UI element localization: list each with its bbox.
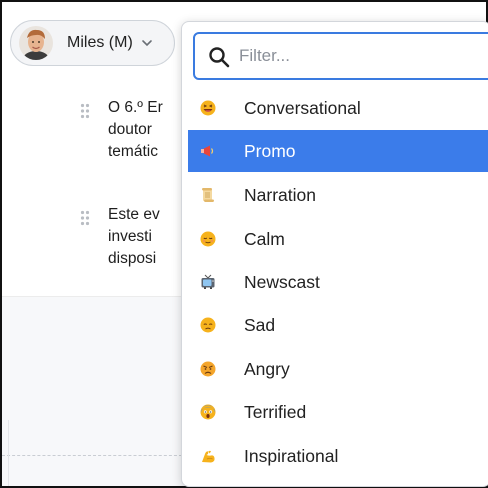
drag-handle-icon[interactable] [80, 103, 90, 119]
angry-face-icon [200, 361, 216, 377]
megaphone-icon [201, 145, 214, 157]
drag-handle-icon[interactable] [80, 210, 90, 226]
option-newscast[interactable]: Newscast [188, 261, 488, 303]
editor-gutter-line [8, 420, 9, 486]
flexed-biceps-icon [202, 450, 215, 463]
option-label: Narration [244, 184, 316, 205]
segment-text[interactable]: O 6.º Er doutor temátic [108, 97, 163, 163]
speaker-name: Miles (M) [67, 34, 133, 51]
option-label: Terrified [244, 401, 307, 422]
option-calm[interactable]: Calm [188, 218, 488, 260]
option-inspirational[interactable]: Inspirational [188, 435, 488, 477]
option-conversational[interactable]: Conversational [188, 87, 488, 129]
filter-box[interactable] [193, 32, 488, 80]
sad-face-icon [200, 317, 216, 333]
television-icon [201, 274, 215, 289]
option-label: Promo [244, 140, 296, 161]
option-label: Angry [244, 358, 290, 379]
option-promo[interactable]: Promo [188, 130, 488, 172]
segment-text[interactable]: Este ev investi disposi [108, 204, 160, 270]
option-label: Sad [244, 314, 276, 335]
chevron-down-icon [141, 39, 153, 47]
option-terrified[interactable]: Terrified [188, 391, 488, 433]
relieved-face-icon [200, 231, 216, 247]
screaming-face-icon [200, 404, 216, 420]
option-angry[interactable]: Angry [188, 348, 488, 390]
option-label: Newscast [244, 271, 320, 292]
speaker-selector[interactable]: Miles (M) [10, 20, 175, 66]
option-label: Conversational [244, 97, 361, 118]
option-label: Inspirational [244, 445, 339, 466]
grinning-squinting-face-icon [200, 100, 216, 116]
scroll-icon [202, 188, 214, 202]
option-label: Calm [244, 228, 285, 249]
avatar [19, 26, 53, 60]
option-sad[interactable]: Sad [188, 304, 488, 346]
search-icon [209, 47, 230, 68]
option-narration[interactable]: Narration [188, 174, 488, 216]
dashed-divider [2, 455, 182, 456]
style-dropdown: Conversational Promo Narration [181, 21, 488, 487]
filter-input[interactable] [239, 40, 479, 72]
